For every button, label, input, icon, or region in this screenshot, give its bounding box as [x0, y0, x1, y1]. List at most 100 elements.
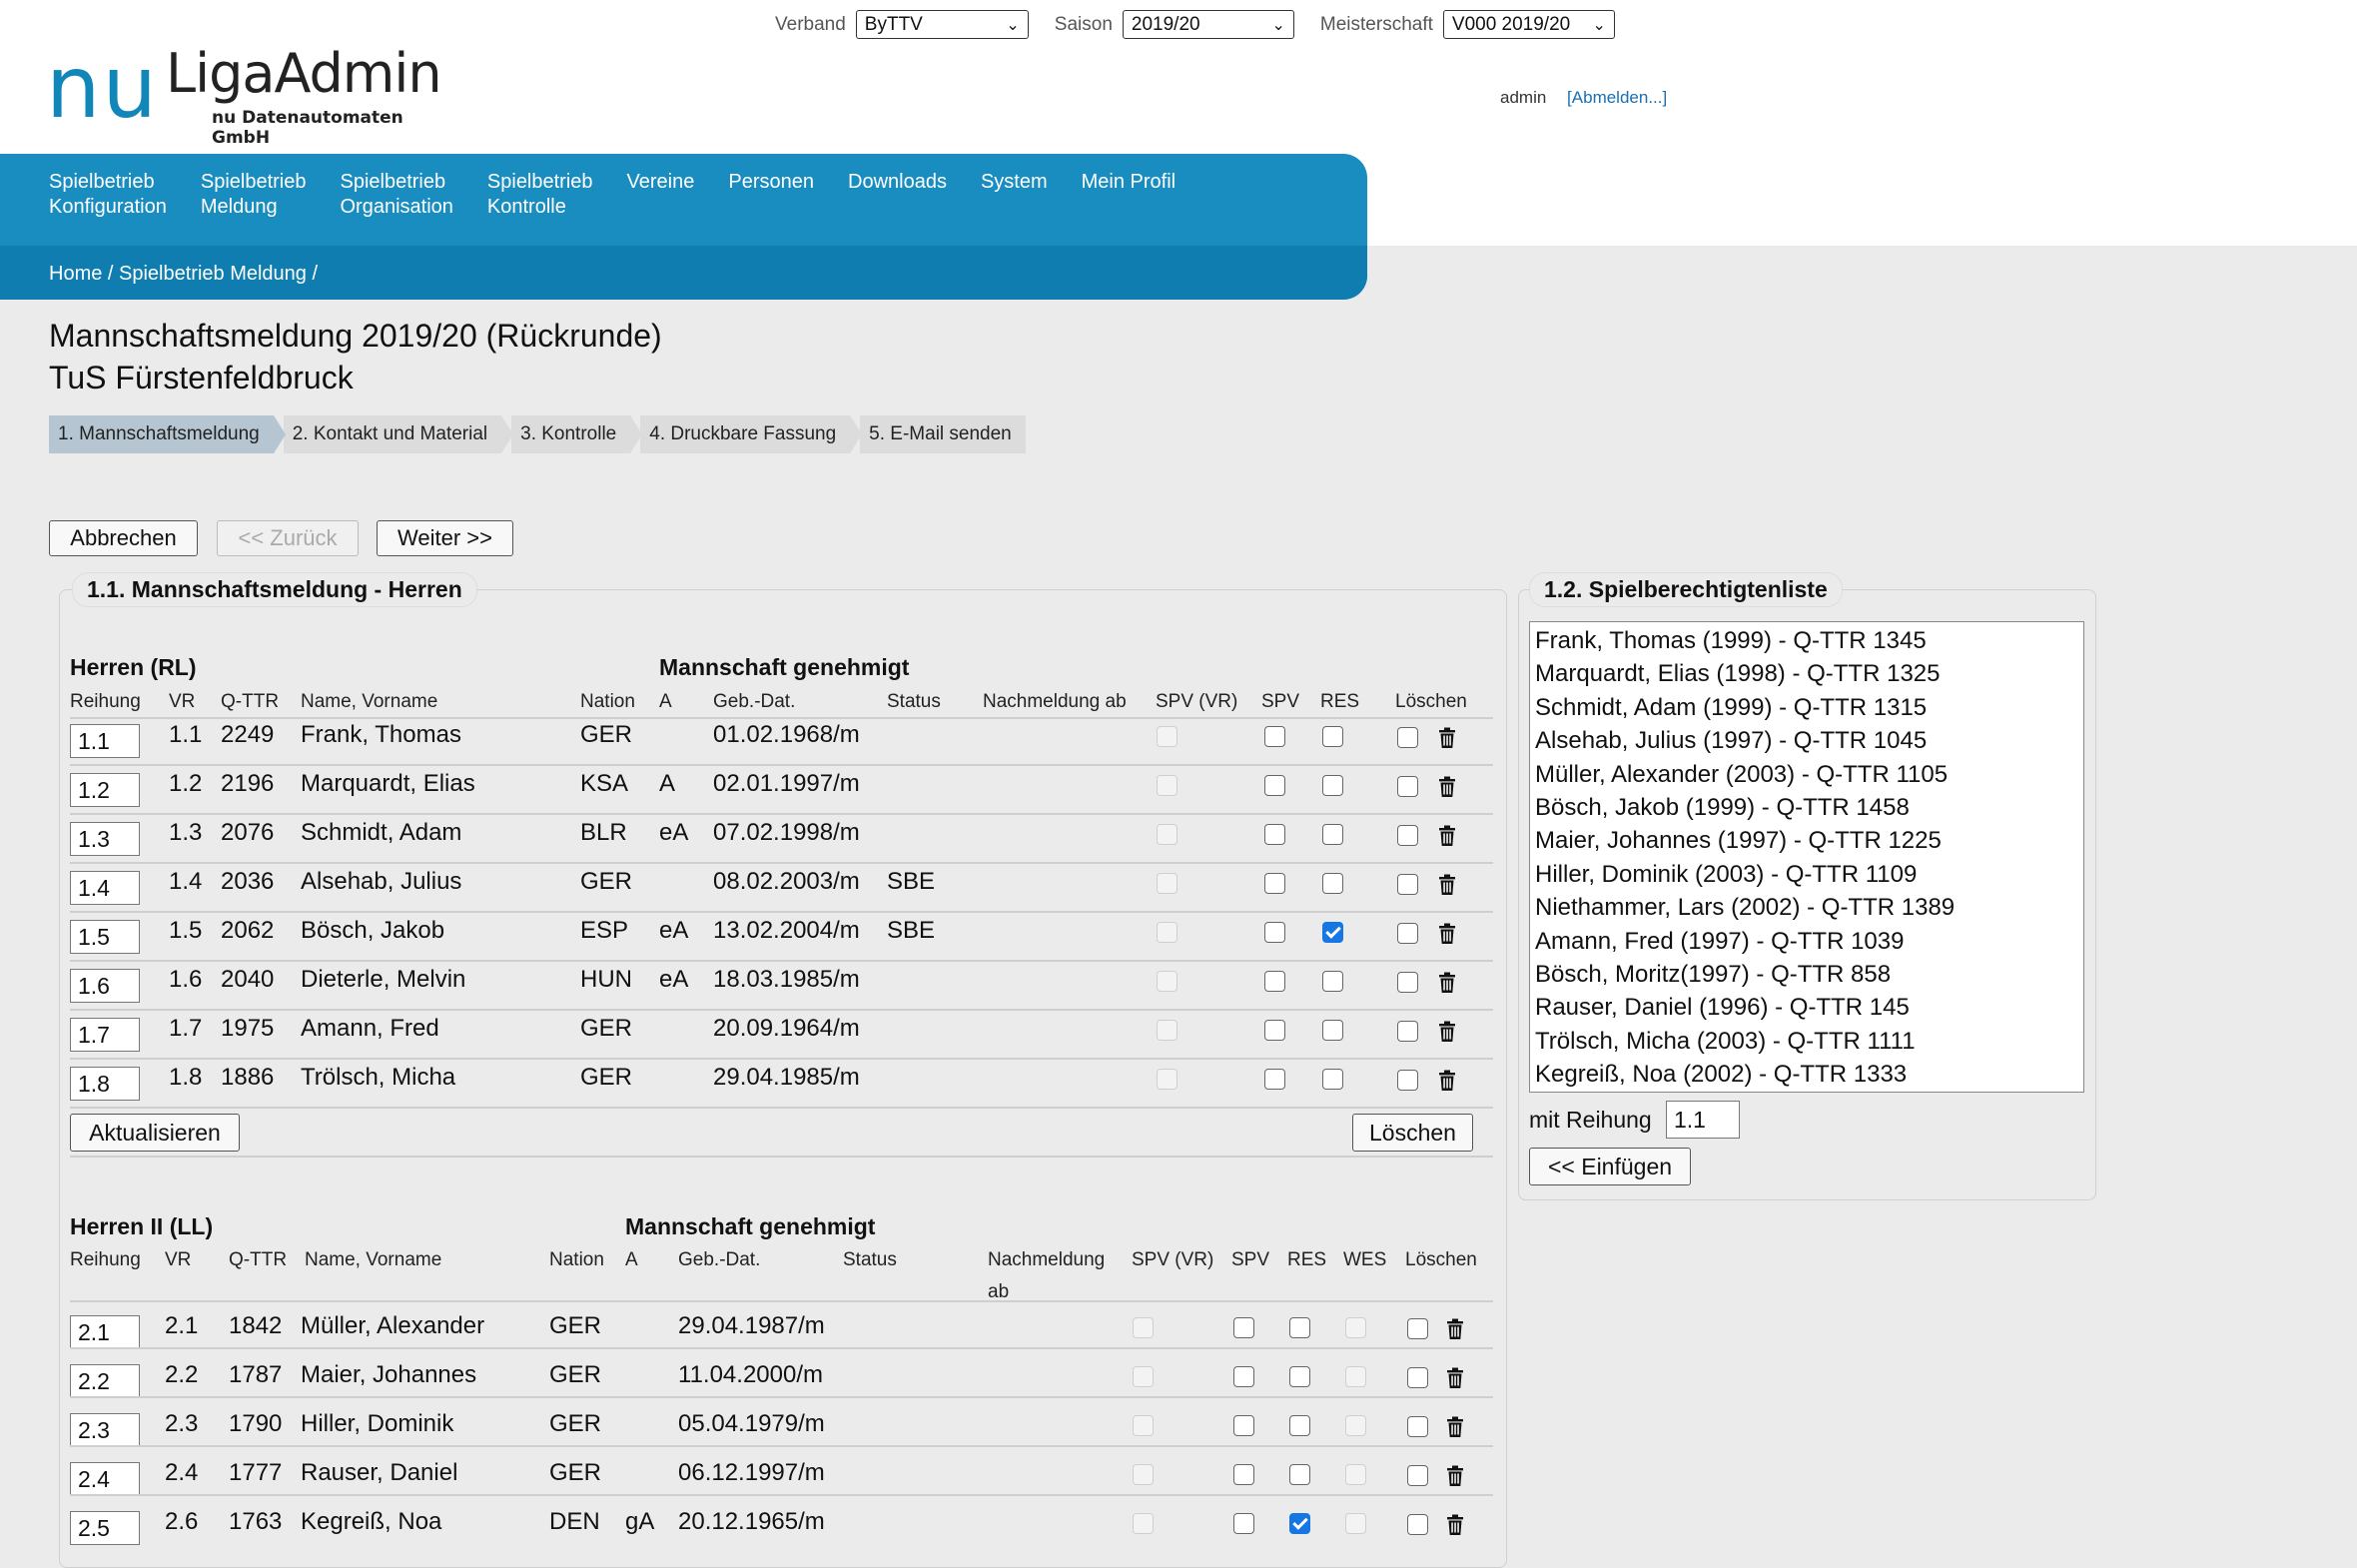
meisterschaft-select[interactable]: V000 2019/20 ⌄	[1442, 10, 1615, 39]
spv-vr-checkbox[interactable]	[1157, 922, 1178, 943]
player-list-item[interactable]: Amann, Fred (1997) - Q-TTR 1039	[1535, 925, 2078, 958]
wes-checkbox[interactable]	[1345, 1464, 1366, 1485]
player-list-item[interactable]: Müller, Alexander (2003) - Q-TTR 1105	[1535, 758, 2078, 791]
cancel-button[interactable]: Abbrechen	[49, 520, 198, 556]
nav-item-spielbetrieb-organisation[interactable]: Spielbetrieb Organisation	[341, 170, 453, 220]
eligible-players-list[interactable]: Frank, Thomas (1999) - Q-TTR 1345 Marquar…	[1529, 621, 2084, 1093]
nav-item-system[interactable]: System	[981, 170, 1048, 220]
player-list-item[interactable]: Rauser, Daniel (1996) - Q-TTR 145	[1535, 991, 2078, 1024]
reihung-input[interactable]: 1.7	[70, 1018, 140, 1052]
reihung-input[interactable]: 1.3	[70, 822, 140, 856]
delete-checkbox[interactable]	[1407, 1416, 1428, 1437]
nav-item-personen[interactable]: Personen	[728, 170, 814, 220]
spv-vr-checkbox[interactable]	[1133, 1415, 1154, 1436]
spv-vr-checkbox[interactable]	[1157, 873, 1178, 894]
spv-checkbox[interactable]	[1264, 775, 1285, 796]
spv-vr-checkbox[interactable]	[1157, 775, 1178, 796]
res-checkbox[interactable]	[1322, 971, 1343, 992]
spv-checkbox[interactable]	[1233, 1415, 1254, 1436]
delete-checkbox[interactable]	[1407, 1514, 1428, 1535]
reihung-input[interactable]: 2.2	[70, 1364, 140, 1398]
spv-checkbox[interactable]	[1264, 726, 1285, 747]
step-kontakt-material[interactable]: 2. Kontakt und Material	[283, 415, 514, 453]
player-list-item[interactable]: Schmidt, Adam (1999) - Q-TTR 1315	[1535, 691, 2078, 724]
verband-select[interactable]: ByTTV ⌄	[855, 10, 1029, 39]
wes-checkbox[interactable]	[1345, 1415, 1366, 1436]
delete-checkbox[interactable]	[1397, 1021, 1418, 1042]
trash-icon[interactable]	[1446, 1416, 1464, 1438]
res-checkbox[interactable]	[1289, 1464, 1310, 1485]
reihung-input[interactable]: 1.8	[70, 1067, 140, 1101]
delete-checkbox[interactable]	[1407, 1318, 1428, 1339]
spv-vr-checkbox[interactable]	[1157, 824, 1178, 845]
nav-item-spielbetrieb-kontrolle[interactable]: Spielbetrieb Kontrolle	[487, 170, 593, 220]
player-list-item[interactable]: Bösch, Jakob (1999) - Q-TTR 1458	[1535, 791, 2078, 824]
delete-checkbox[interactable]	[1407, 1367, 1428, 1388]
player-list-item[interactable]: Frank, Thomas (1999) - Q-TTR 1345	[1535, 624, 2078, 657]
spv-checkbox[interactable]	[1264, 971, 1285, 992]
logout-link[interactable]: [Abmelden...]	[1567, 88, 1667, 107]
spv-vr-checkbox[interactable]	[1157, 971, 1178, 992]
delete-checkbox[interactable]	[1397, 874, 1418, 895]
spv-checkbox[interactable]	[1233, 1366, 1254, 1387]
reihung-input[interactable]: 2.5	[70, 1511, 140, 1545]
res-checkbox[interactable]	[1322, 775, 1343, 796]
step-email-senden[interactable]: 5. E-Mail senden	[860, 415, 1026, 453]
spv-checkbox[interactable]	[1264, 1069, 1285, 1090]
trash-icon[interactable]	[1438, 972, 1456, 994]
step-kontrolle[interactable]: 3. Kontrolle	[511, 415, 643, 453]
trash-icon[interactable]	[1446, 1367, 1464, 1389]
trash-icon[interactable]	[1438, 1021, 1456, 1043]
next-button[interactable]: Weiter >>	[377, 520, 513, 556]
spv-checkbox[interactable]	[1264, 1020, 1285, 1041]
trash-icon[interactable]	[1446, 1465, 1464, 1487]
spv-checkbox[interactable]	[1233, 1464, 1254, 1485]
res-checkbox[interactable]	[1289, 1513, 1310, 1534]
delete-checkbox[interactable]	[1407, 1465, 1428, 1486]
res-checkbox[interactable]	[1322, 824, 1343, 845]
step-druckbare-fassung[interactable]: 4. Druckbare Fassung	[640, 415, 863, 453]
player-list-item[interactable]: Maier, Johannes (1997) - Q-TTR 1225	[1535, 824, 2078, 857]
player-list-item[interactable]: Kegreiß, Noa (2002) - Q-TTR 1333	[1535, 1058, 2078, 1091]
insert-button[interactable]: << Einfügen	[1529, 1148, 1691, 1185]
spv-vr-checkbox[interactable]	[1157, 1020, 1178, 1041]
reihung-input[interactable]: 1.1	[70, 724, 140, 758]
reihung-input[interactable]: 2.1	[70, 1315, 140, 1349]
nav-item-spielbetrieb-konfiguration[interactable]: Spielbetrieb Konfiguration	[49, 170, 167, 220]
trash-icon[interactable]	[1438, 923, 1456, 945]
delete-checkbox[interactable]	[1397, 923, 1418, 944]
delete-checkbox[interactable]	[1397, 776, 1418, 797]
spv-vr-checkbox[interactable]	[1133, 1366, 1154, 1387]
nu-ligaadmin-logo[interactable]: nu LigaAdmin nu Datenautomaten GmbH	[46, 38, 442, 148]
spv-vr-checkbox[interactable]	[1157, 1069, 1178, 1090]
nav-item-downloads[interactable]: Downloads	[848, 170, 947, 220]
saison-select[interactable]: 2019/20 ⌄	[1122, 10, 1294, 39]
delete-checkbox[interactable]	[1397, 972, 1418, 993]
res-checkbox[interactable]	[1289, 1317, 1310, 1338]
trash-icon[interactable]	[1446, 1514, 1464, 1536]
reihung-input[interactable]: 2.4	[70, 1462, 140, 1496]
nav-item-mein-profil[interactable]: Mein Profil	[1082, 170, 1176, 220]
wes-checkbox[interactable]	[1345, 1317, 1366, 1338]
res-checkbox[interactable]	[1322, 726, 1343, 747]
player-list-item[interactable]: Bösch, Moritz(1997) - Q-TTR 858	[1535, 958, 2078, 991]
res-checkbox[interactable]	[1322, 873, 1343, 894]
nav-item-vereine[interactable]: Vereine	[627, 170, 695, 220]
spv-checkbox[interactable]	[1233, 1317, 1254, 1338]
nav-item-spielbetrieb-meldung[interactable]: Spielbetrieb Meldung	[201, 170, 307, 220]
reihung-input[interactable]: 1.1	[1666, 1101, 1740, 1139]
res-checkbox[interactable]	[1322, 1069, 1343, 1090]
spv-checkbox[interactable]	[1233, 1513, 1254, 1534]
wes-checkbox[interactable]	[1345, 1366, 1366, 1387]
player-list-item[interactable]: Alsehab, Julius (1997) - Q-TTR 1045	[1535, 724, 2078, 757]
res-checkbox[interactable]	[1322, 922, 1343, 943]
player-list-item[interactable]: Hiller, Dominik (2003) - Q-TTR 1109	[1535, 858, 2078, 891]
player-list-item[interactable]: Niethammer, Lars (2002) - Q-TTR 1389	[1535, 891, 2078, 924]
step-mannschaftsmeldung[interactable]: 1. Mannschaftsmeldung	[49, 415, 286, 453]
res-checkbox[interactable]	[1322, 1020, 1343, 1041]
trash-icon[interactable]	[1438, 776, 1456, 798]
back-button[interactable]: << Zurück	[217, 520, 359, 556]
delete-button[interactable]: Löschen	[1352, 1114, 1473, 1152]
player-list-item[interactable]: Marquardt, Elias (1998) - Q-TTR 1325	[1535, 657, 2078, 690]
delete-checkbox[interactable]	[1397, 727, 1418, 748]
